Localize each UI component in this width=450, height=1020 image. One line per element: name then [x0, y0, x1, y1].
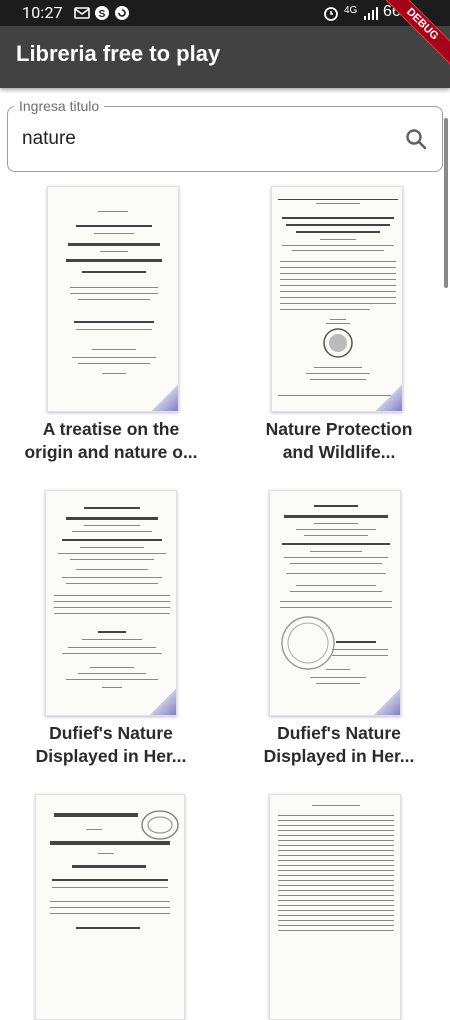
book-cover[interactable]	[35, 794, 185, 1020]
search-field[interactable]	[7, 106, 443, 172]
app-title: Libreria free to play	[16, 41, 221, 66]
battery-level: 66%	[383, 3, 416, 20]
book-title[interactable]: Dufief's Nature Displayed in Her...	[239, 722, 439, 768]
scrollbar[interactable]	[444, 118, 448, 288]
alarm-icon	[324, 7, 338, 21]
search-icon[interactable]	[404, 127, 428, 151]
book-title[interactable]: Nature Protection and Wildlife...	[239, 418, 439, 464]
book-cover[interactable]	[47, 186, 179, 412]
mail-icon	[74, 7, 90, 19]
search-input[interactable]	[22, 121, 402, 157]
s-icon: S	[95, 6, 109, 20]
status-bar: 10:27 S 4G 66%	[0, 0, 450, 26]
svg-text:S: S	[99, 9, 106, 20]
book-cover[interactable]	[269, 490, 401, 716]
book-title[interactable]: A treatise on the origin and nature o...	[11, 418, 211, 464]
book-cover[interactable]	[45, 490, 177, 716]
book-cover[interactable]	[271, 186, 403, 412]
network-type: 4G	[344, 5, 358, 16]
status-time: 10:27	[22, 3, 63, 22]
signal-icon	[364, 7, 378, 20]
book-cover[interactable]	[269, 794, 401, 1020]
refresh-icon	[115, 6, 129, 20]
book-title[interactable]: Dufief's Nature Displayed in Her...	[11, 722, 211, 768]
app-bar: Libreria free to play	[0, 26, 450, 88]
search-label: Ingresa titulo	[14, 98, 105, 114]
